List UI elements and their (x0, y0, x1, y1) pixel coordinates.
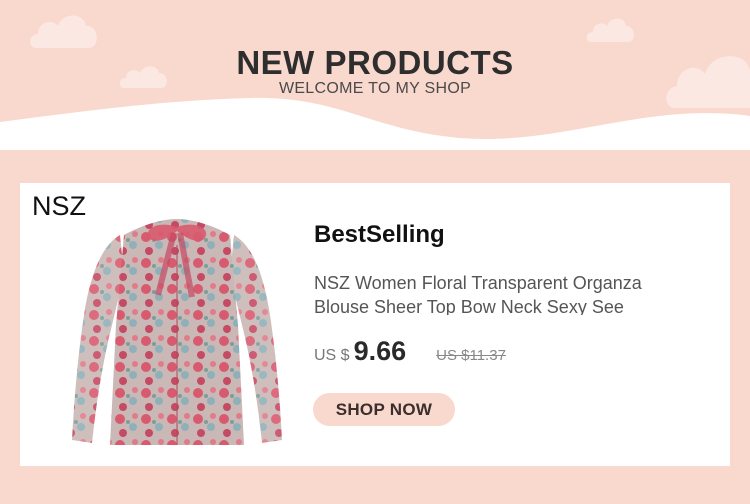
current-price: 9.66 (353, 336, 407, 366)
product-card[interactable]: NSZ BestSelling NSZ Women Floral Transpa… (20, 183, 730, 466)
page-title: NEW PRODUCTS (236, 44, 514, 81)
cloud-icon (586, 18, 634, 42)
product-heading: BestSelling (314, 221, 445, 248)
page-subtitle: WELCOME TO MY SHOP (278, 80, 472, 97)
header-banner: NEW PRODUCTS WELCOME TO MY SHOP (0, 0, 750, 150)
original-price: US $11.37 (436, 347, 506, 364)
shop-now-button[interactable]: SHOP NOW (313, 393, 455, 426)
currency-label: US $ (314, 347, 350, 364)
product-description[interactable]: NSZ Women Floral Transparent Organza Blo… (314, 271, 694, 315)
product-image[interactable] (62, 205, 292, 455)
price-row: US $ 9.66 US $11.37 (314, 336, 506, 367)
